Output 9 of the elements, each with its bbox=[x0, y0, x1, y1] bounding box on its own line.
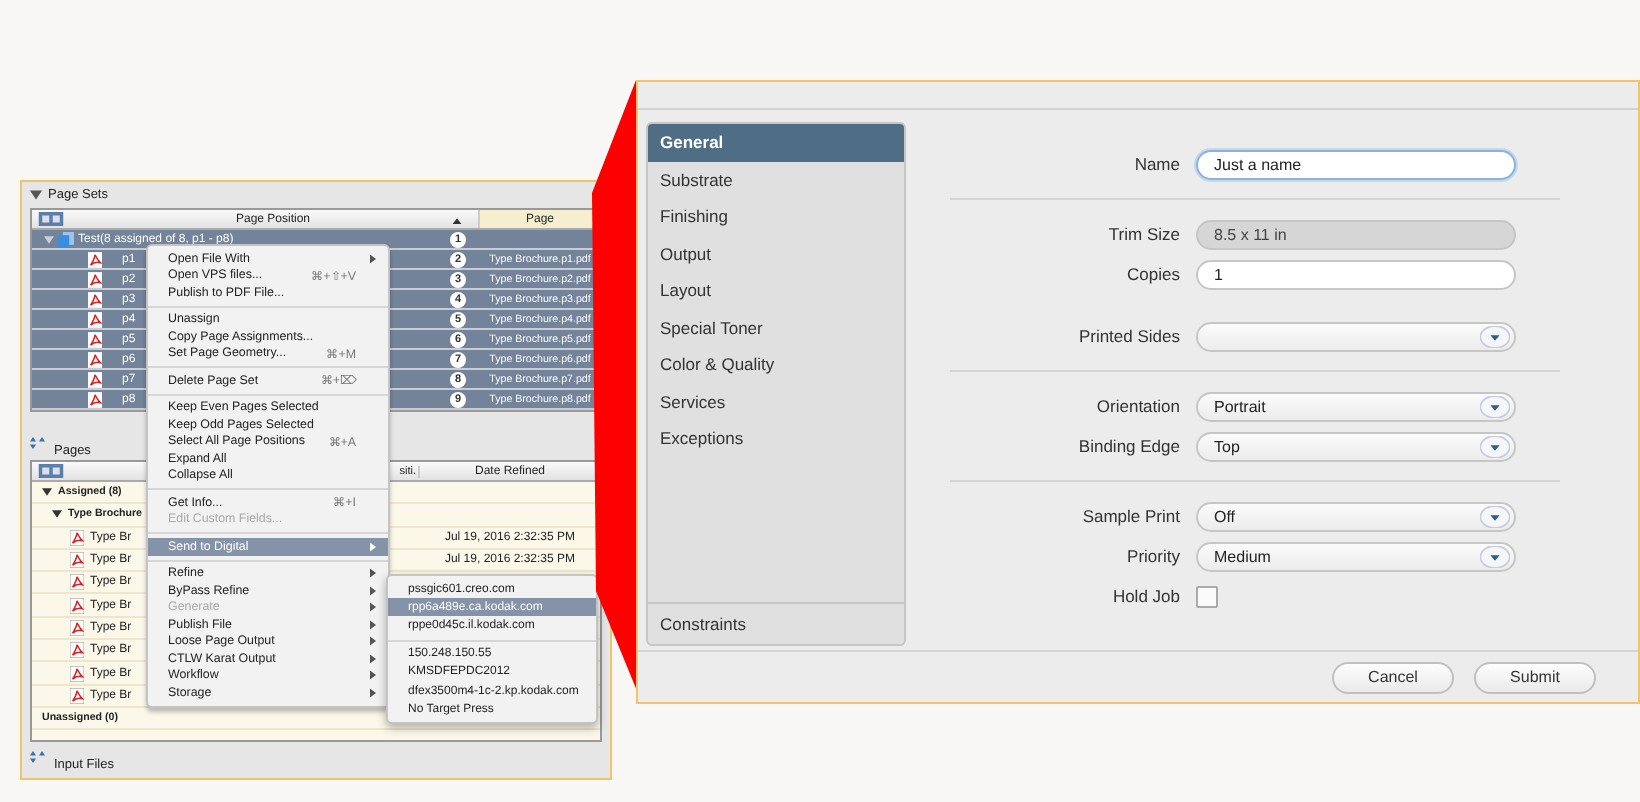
field-label: Binding Edge bbox=[1076, 436, 1182, 456]
field-label: Copies bbox=[1125, 264, 1182, 284]
field-label: Name bbox=[1132, 154, 1182, 174]
field-label: Priority bbox=[1125, 546, 1182, 566]
field-label: Printed Sides bbox=[1076, 326, 1182, 346]
field-label: Sample Print bbox=[1080, 506, 1182, 526]
field-label: Hold Job bbox=[1110, 586, 1182, 606]
field-label: Orientation bbox=[1094, 396, 1182, 416]
field-label: Trim Size bbox=[1106, 224, 1182, 244]
